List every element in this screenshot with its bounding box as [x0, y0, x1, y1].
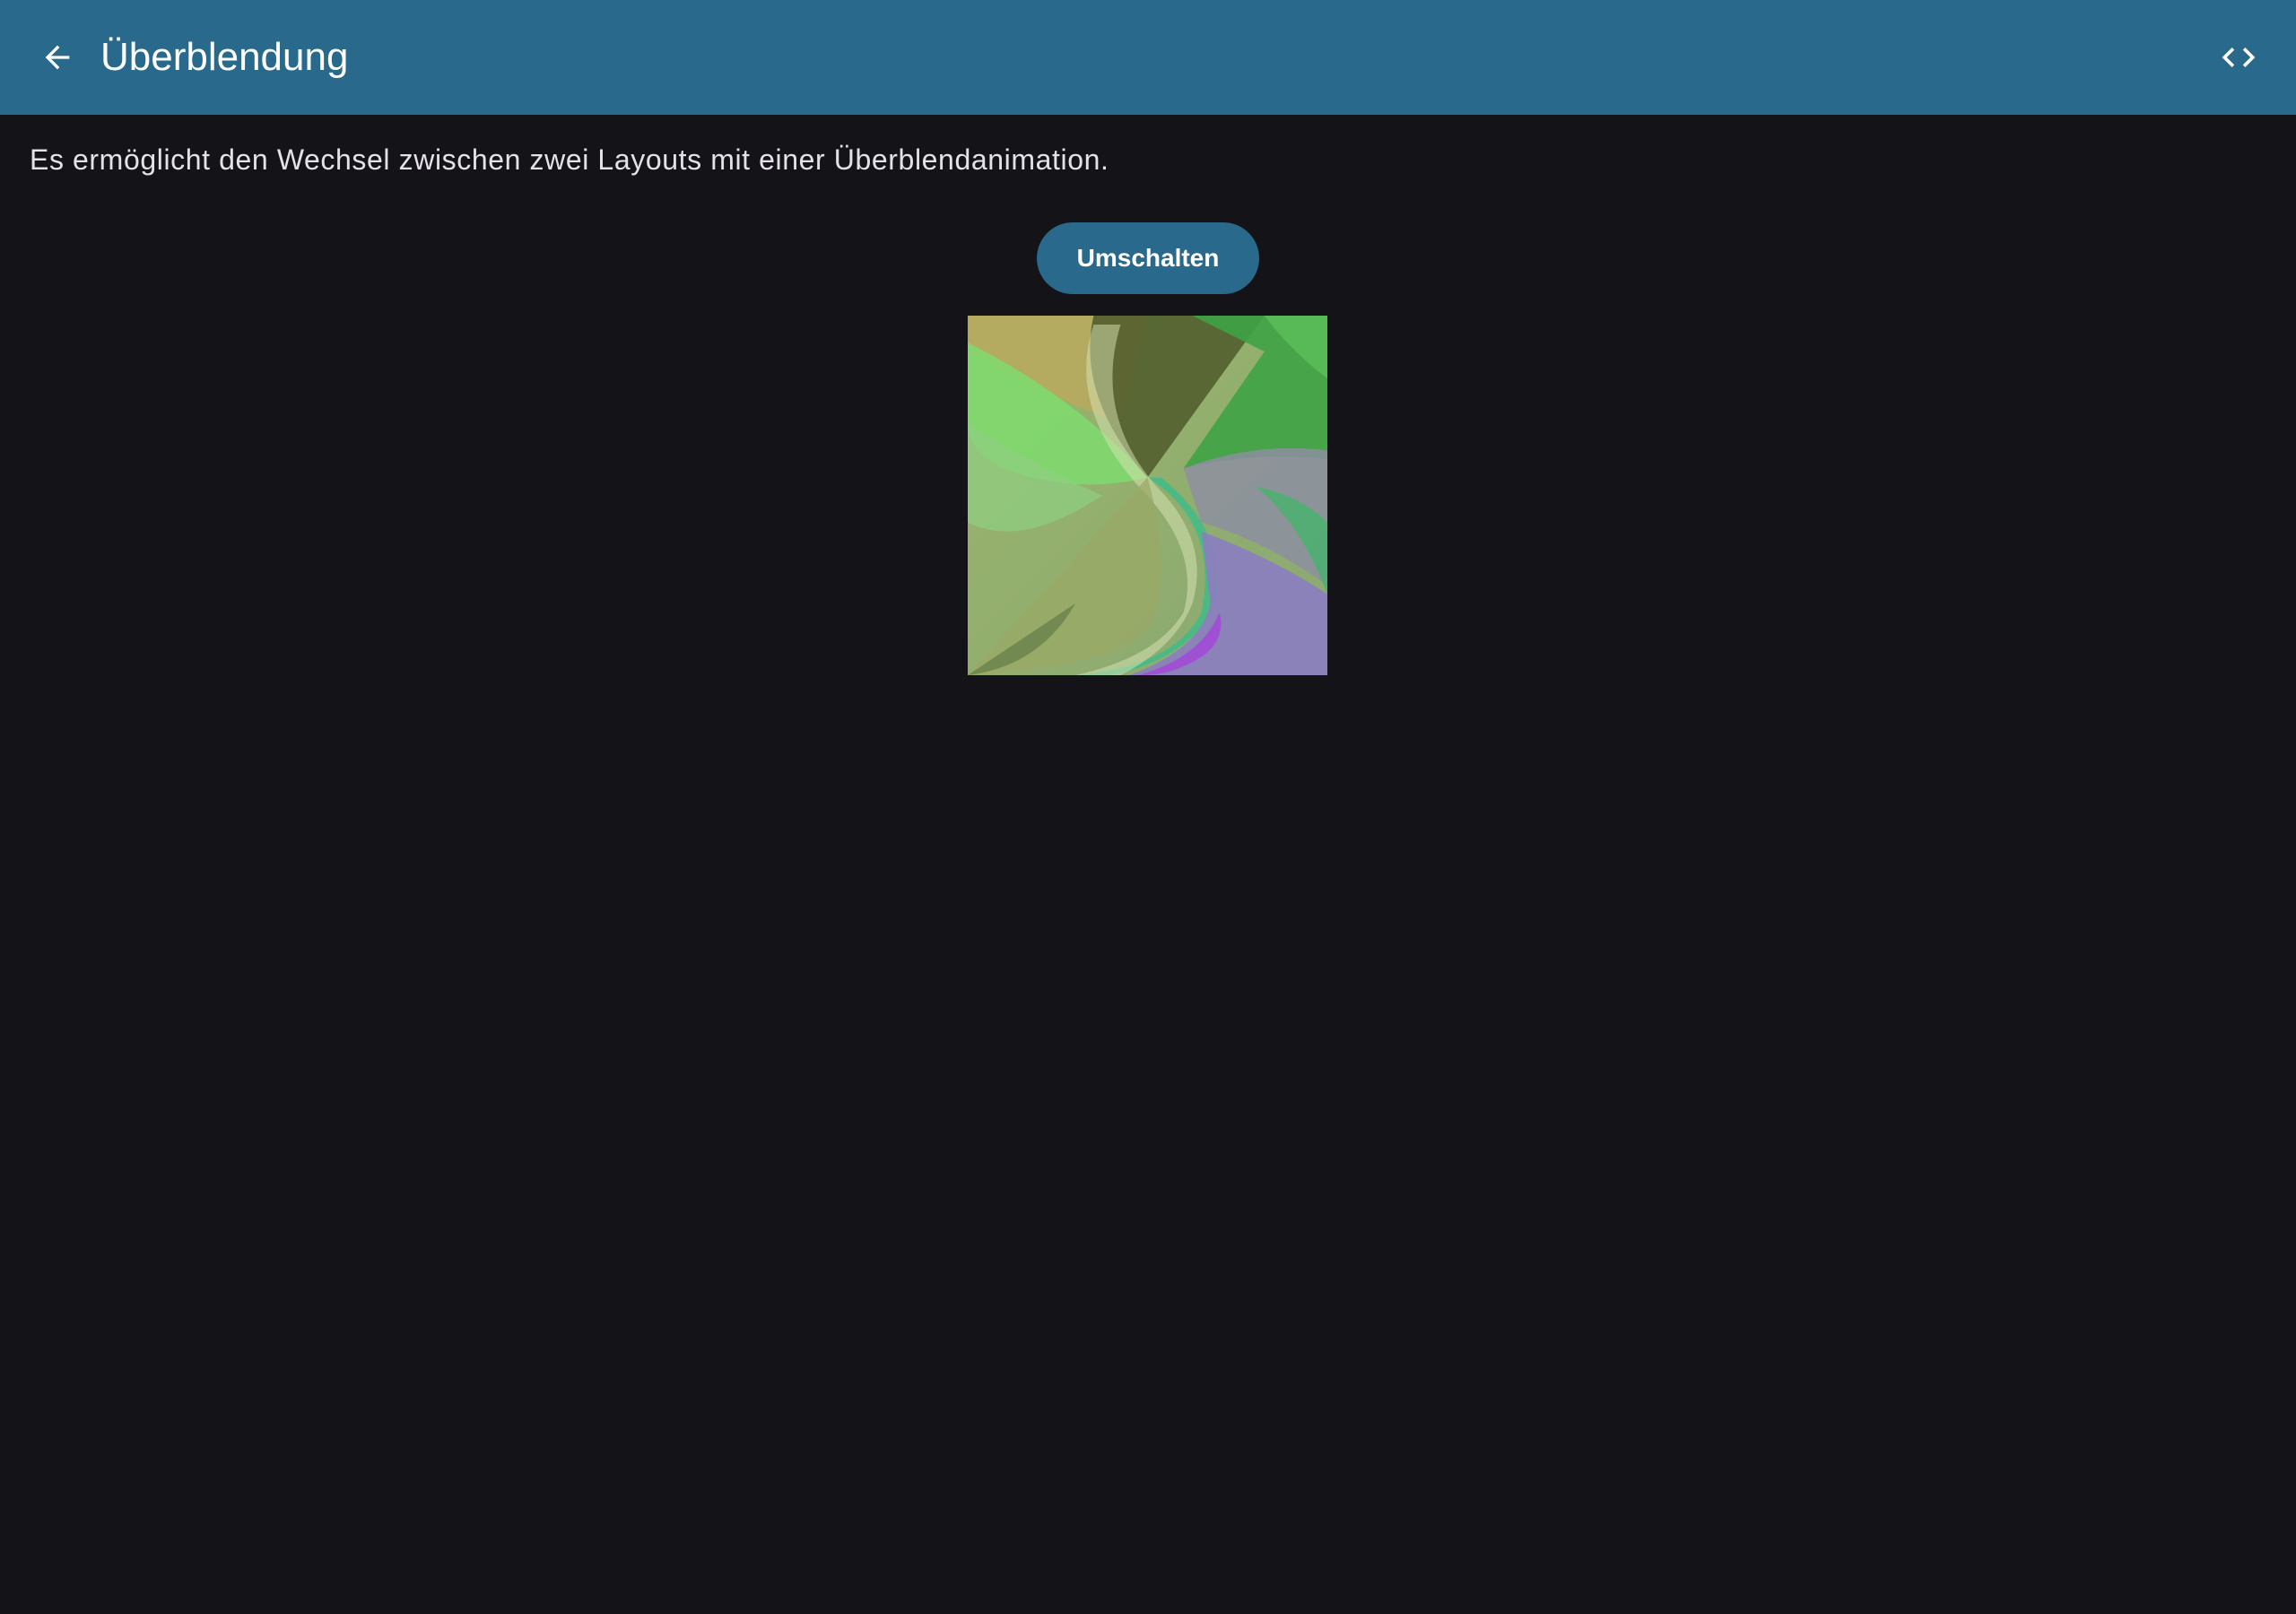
abstract-artwork-image — [968, 316, 1327, 675]
code-icon — [2222, 48, 2256, 67]
description-text: Es ermöglicht den Wechsel zwischen zwei … — [30, 143, 1109, 176]
page-title: Überblendung — [100, 35, 349, 79]
crossfade-image — [968, 316, 1327, 675]
top-app-bar: Überblendung — [0, 0, 2296, 115]
arrow-back-icon — [45, 45, 70, 70]
back-button[interactable] — [22, 22, 93, 93]
toggle-button[interactable]: Umschalten — [1037, 222, 1259, 294]
view-source-button[interactable] — [2203, 22, 2274, 93]
